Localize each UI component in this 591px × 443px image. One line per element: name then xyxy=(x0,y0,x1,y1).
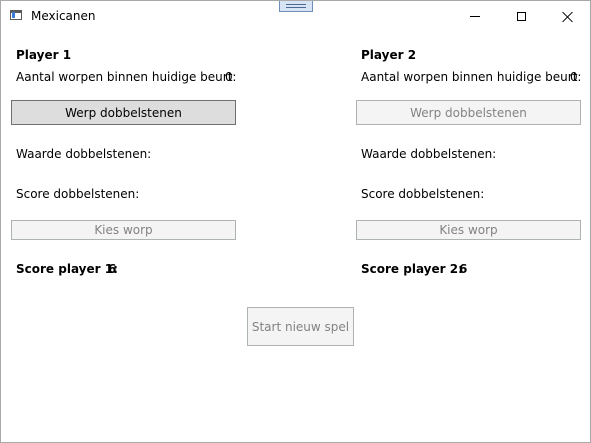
maximize-button[interactable] xyxy=(498,1,544,31)
player1-choose-throw-button[interactable]: Kies worp xyxy=(11,220,236,240)
window-title: Mexicanen xyxy=(31,9,96,23)
player1-score-value: 6 xyxy=(108,262,117,276)
close-icon xyxy=(562,11,573,22)
player2-dice-score-label: Score dobbelstenen: xyxy=(361,187,485,201)
title-bar[interactable]: Mexicanen xyxy=(1,1,590,31)
player2-throws-value: 0 xyxy=(570,70,578,84)
close-button[interactable] xyxy=(544,1,590,31)
maximize-icon xyxy=(516,11,526,21)
player2-score-label: Score player 2: xyxy=(361,262,463,276)
player1-score-label: Score player 1: xyxy=(16,262,118,276)
player2-roll-dice-button[interactable]: Werp dobbelstenen xyxy=(356,100,581,125)
player1-throws-label: Aantal worpen binnen huidige beurt: xyxy=(16,70,237,84)
player2-dice-value-label: Waarde dobbelstenen: xyxy=(361,147,497,161)
minimize-icon xyxy=(470,15,480,17)
player1-dice-value-label: Waarde dobbelstenen: xyxy=(16,147,152,161)
player2-score-value: 6 xyxy=(459,262,468,276)
window-app-icon xyxy=(10,10,22,20)
minimize-button[interactable] xyxy=(452,1,498,31)
player1-heading: Player 1 xyxy=(16,48,72,62)
player2-throws-label: Aantal worpen binnen huidige beurt: xyxy=(361,70,582,84)
start-new-game-button[interactable]: Start nieuw spel xyxy=(247,307,354,346)
player1-dice-score-label: Score dobbelstenen: xyxy=(16,187,140,201)
snap-layout-handle[interactable] xyxy=(279,1,313,12)
main-window: Mexicanen Player 1 Aantal worpen binnen … xyxy=(0,0,591,443)
player2-choose-throw-button[interactable]: Kies worp xyxy=(356,220,581,240)
player2-heading: Player 2 xyxy=(361,48,417,62)
player1-roll-dice-button[interactable]: Werp dobbelstenen xyxy=(11,100,236,125)
player1-throws-value: 0 xyxy=(225,70,233,84)
